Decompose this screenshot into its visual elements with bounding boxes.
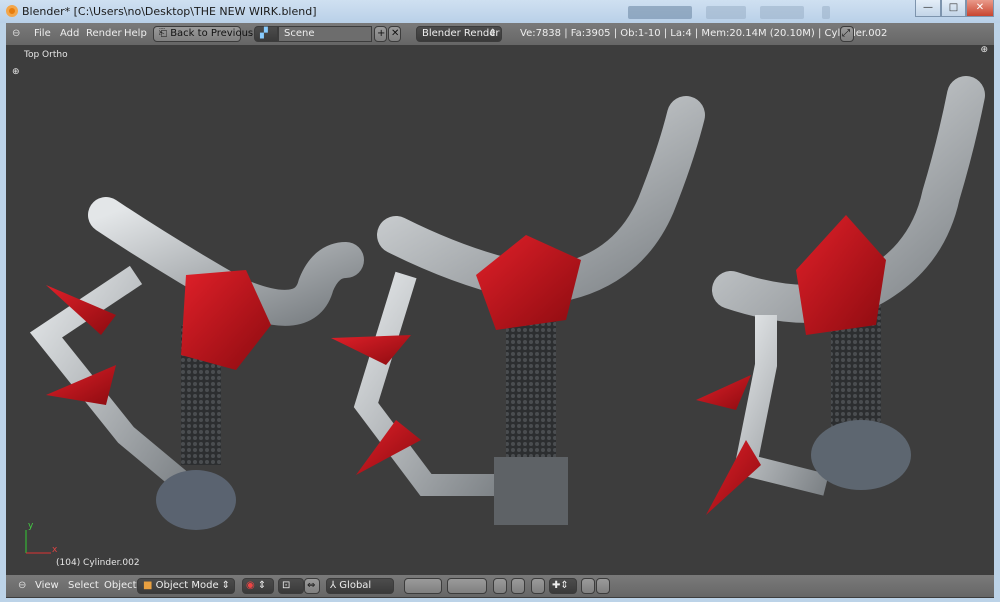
title-bar: Blender* [C:\Users\no\Desktop\THE NEW WI… — [0, 0, 1000, 23]
taskbar-tab — [822, 6, 830, 19]
menu-file[interactable]: File — [34, 27, 51, 41]
flail-left — [29, 197, 364, 530]
maximize-button[interactable]: □ — [941, 0, 966, 17]
manipulator-toggle[interactable]: ⇔ — [304, 578, 320, 594]
layers-grid-1[interactable] — [404, 578, 442, 594]
back-to-previous-button[interactable]: ⎗ Back to Previous — [153, 26, 253, 42]
axis-x-label: x — [52, 545, 58, 555]
blender-logo-icon — [6, 5, 18, 17]
render-animation-icon[interactable] — [596, 578, 610, 594]
taskbar-tab — [760, 6, 804, 19]
pivot-select[interactable]: ⊡ — [278, 578, 304, 594]
menu-add[interactable]: Add — [60, 27, 79, 41]
scene-field[interactable]: Scene — [278, 26, 372, 42]
scene-icon[interactable]: ▞ — [254, 26, 278, 42]
flail-center — [331, 96, 705, 525]
menu-view[interactable]: View — [35, 579, 59, 593]
menu-render[interactable]: Render — [86, 27, 122, 41]
orientation-select[interactable]: ⅄ Global — [326, 578, 394, 594]
proportional-edit-icon[interactable] — [511, 578, 525, 594]
back-icon: ⎗ — [159, 28, 171, 39]
taskbar-tab — [628, 6, 692, 19]
viewport-shading-select[interactable]: ◉ ⇕ — [242, 578, 274, 594]
snap-element-select[interactable]: ✚⇕ — [549, 578, 577, 594]
shading-icon: ◉ — [246, 580, 255, 591]
snap-toggle-icon[interactable] — [531, 578, 545, 594]
orientation-label: Global — [339, 580, 372, 591]
menu-select[interactable]: Select — [68, 579, 99, 593]
object-info: (104) Cylinder.002 — [56, 558, 140, 568]
cube-icon: ■ — [143, 580, 156, 591]
close-button[interactable]: ✕ — [966, 0, 994, 17]
window-title: Blender* [C:\Users\no\Desktop\THE NEW WI… — [22, 5, 317, 18]
model-render — [25, 76, 985, 554]
mode-select[interactable]: ■ Object Mode ⇕ — [137, 578, 235, 594]
fullscreen-icon[interactable]: ⤢ — [840, 26, 854, 42]
flail-right — [696, 76, 985, 515]
lock-camera-icon[interactable] — [493, 578, 507, 594]
3d-viewport[interactable]: Top Ortho ⊕ ⊕ y x (104) Cylinder.002 — [6, 45, 994, 575]
add-scene-button[interactable]: + — [374, 26, 387, 42]
axis-gizmo — [25, 530, 51, 554]
axis-y-label: y — [28, 521, 34, 531]
axes-icon: ⅄ — [330, 580, 340, 591]
updown-icon: ⇕ — [221, 580, 230, 591]
layers-grid-2[interactable] — [447, 578, 487, 594]
taskbar-tab — [706, 6, 746, 19]
updown-icon: ⇕ — [488, 28, 497, 39]
menu-help[interactable]: Help — [124, 27, 147, 41]
scene-stats: Ve:7838 | Fa:3905 | Ob:1-10 | La:4 | Mem… — [520, 28, 888, 39]
editor-type-icon[interactable]: ⊖ — [18, 579, 26, 593]
pivot-icon: ⊡ — [282, 580, 291, 591]
remove-scene-button[interactable]: ✕ — [388, 26, 401, 42]
menu-object[interactable]: Object — [104, 579, 137, 593]
viewport-header: ⊖ View Select Object ■ Object Mode ⇕ ◉ ⇕ … — [6, 575, 994, 597]
info-header: ⊖ File Add Render Help ⎗ Back to Previou… — [6, 23, 994, 45]
mode-label: Object Mode — [155, 580, 219, 591]
render-engine-select[interactable]: Blender Render ⇕ — [416, 26, 502, 42]
blender-window: ⊖ File Add Render Help ⎗ Back to Previou… — [6, 23, 994, 598]
minimize-button[interactable]: — — [915, 0, 941, 17]
back-label: Back to Previous — [170, 28, 254, 39]
editor-type-icon[interactable]: ⊖ — [12, 27, 20, 41]
render-still-icon[interactable] — [581, 578, 595, 594]
